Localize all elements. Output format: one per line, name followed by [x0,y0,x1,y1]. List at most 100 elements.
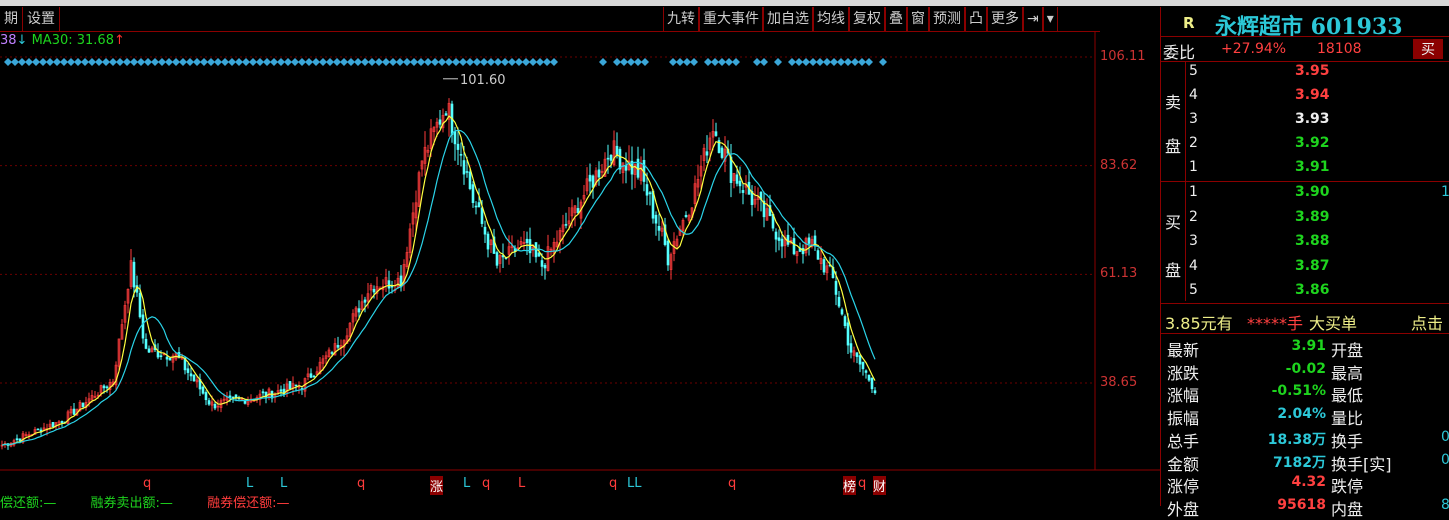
candle [315,366,319,376]
signal-diamond [522,58,530,66]
candle [201,385,205,395]
signal-marker[interactable]: q [482,476,490,491]
stat-value: -0.51% [1271,383,1326,400]
candle [705,135,709,163]
candle [825,262,829,281]
short-repay-amount: 融券偿还额:— [207,496,290,511]
candle [123,300,127,330]
stat-value: 2.04% [1277,406,1326,423]
candle [642,148,646,192]
signal-marker[interactable]: 财 [873,476,887,495]
candle [858,354,862,373]
signal-diamond [179,58,187,66]
signal-diamond [284,58,292,66]
y-tick-label: 106.11 [1100,49,1146,64]
candle [171,353,175,371]
candle [795,250,799,264]
kline-chart[interactable]: 101.60 [0,0,1160,494]
signal-marker[interactable]: L [280,476,287,491]
stat-label: 涨跌 [1167,363,1200,383]
signal-marker[interactable]: q [728,476,736,491]
candle [147,345,151,353]
ma30-value: MA30: 31.68 [31,33,114,48]
candle [15,434,19,443]
bigorder-label: 大买单 [1309,314,1358,333]
candle [543,262,547,280]
candle [870,377,874,394]
signal-marker[interactable]: L [246,476,253,491]
signal-diamond [74,58,82,66]
signal-diamond [123,58,131,66]
candle [408,223,412,259]
y-tick-label: 61.13 [1100,266,1138,282]
signal-marker[interactable]: 榜 [843,476,857,495]
signal-diamond [774,58,782,66]
signal-marker[interactable]: q [609,476,617,491]
signal-marker[interactable]: L [518,476,525,491]
signal-diamond [837,58,845,66]
signal-marker[interactable]: L [463,476,470,491]
stat-value: 3.91 [1291,338,1326,354]
buy-button[interactable]: 买 [1413,39,1443,59]
bid-price: 3.89 [1295,208,1330,225]
ask-price: 3.92 [1295,135,1330,151]
candle [489,238,493,253]
candle [723,136,727,173]
candle [471,181,475,208]
signal-diamond [60,58,68,66]
candle [204,390,208,406]
candle [249,394,253,404]
candle [696,164,700,197]
signal-marker[interactable]: q [858,476,866,491]
y-tick-label: 38.65 [1100,375,1138,390]
signal-marker[interactable]: q [143,476,151,491]
signal-diamond [417,58,425,66]
candle [66,409,70,425]
stat-label-right: 换手[实] [1331,454,1392,474]
candle [402,259,406,292]
candle [216,399,220,412]
candle [393,279,397,294]
candle [369,283,373,299]
bigorder-click[interactable]: 点击 [1411,310,1443,334]
candle [474,201,478,215]
candle [450,100,454,143]
signal-diamond [445,58,453,66]
signal-diamond [823,58,831,66]
stat-value: 18.38万 [1267,431,1326,448]
bid-volume: 1 [1441,184,1449,200]
signal-marker[interactable]: LL [627,476,642,491]
signal-diamond [802,58,810,66]
candle [552,237,556,263]
signal-diamond [382,58,390,66]
signal-diamond [305,58,313,66]
candle [219,398,223,413]
candle [300,386,304,395]
stat-label-right: 量比 [1331,409,1364,429]
candle [186,363,190,381]
stat-value: 95618 [1277,496,1326,513]
signal-diamond [312,58,320,66]
candle [627,145,631,172]
candle [864,369,868,379]
candle [363,296,367,313]
bid-level: 5 [1189,282,1198,298]
signal-diamond [375,58,383,66]
candle [720,145,724,160]
signal-diamond [389,58,397,66]
signal-marker[interactable]: 涨 [430,476,444,495]
signal-diamond [116,58,124,66]
bigorder-stars: *****手 [1247,314,1304,333]
candle [336,336,340,351]
signal-diamond [550,58,558,66]
signal-marker[interactable]: q [357,476,365,491]
signal-diamond [368,58,376,66]
candle [747,169,751,195]
candle [396,271,400,289]
candle [855,352,859,364]
stat-value-right: 0 [1441,451,1449,468]
candle [837,290,841,309]
signal-diamond [102,58,110,66]
ask-level: 4 [1189,87,1198,103]
candle [849,335,853,359]
